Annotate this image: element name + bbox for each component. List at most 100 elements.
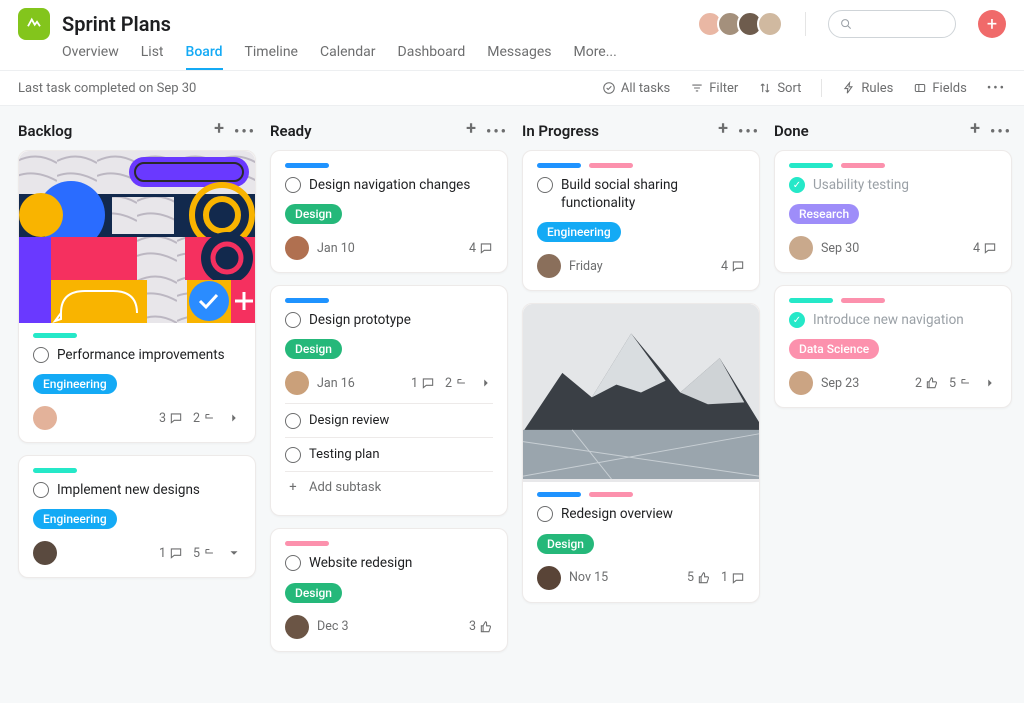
due-date[interactable]: Sep 23 bbox=[821, 376, 859, 391]
tab-more-[interactable]: More... bbox=[573, 44, 616, 70]
tab-list[interactable]: List bbox=[141, 44, 164, 70]
complete-toggle[interactable] bbox=[33, 482, 49, 498]
comments-count[interactable]: 4 bbox=[721, 259, 745, 274]
complete-toggle[interactable] bbox=[285, 413, 301, 429]
assignee-avatar[interactable] bbox=[285, 236, 309, 260]
subtask-item[interactable]: Testing plan bbox=[285, 438, 493, 472]
complete-toggle[interactable] bbox=[33, 347, 49, 363]
task-card[interactable]: Performance improvements Engineering3 2 bbox=[18, 150, 256, 443]
tag[interactable]: Data Science bbox=[789, 339, 879, 359]
comments-count[interactable]: 3 bbox=[159, 411, 183, 426]
rules-button[interactable]: Rules bbox=[842, 81, 893, 96]
subtasks-count[interactable]: 5 bbox=[193, 546, 217, 561]
assignee-avatar[interactable] bbox=[285, 371, 309, 395]
subtasks-count[interactable]: 2 bbox=[445, 376, 469, 391]
comments-count[interactable]: 4 bbox=[469, 241, 493, 256]
likes-count[interactable]: 2 bbox=[915, 376, 939, 391]
tag[interactable]: Design bbox=[537, 534, 594, 554]
task-card[interactable]: Website redesign DesignDec 33 bbox=[270, 528, 508, 651]
project-bars bbox=[285, 163, 493, 168]
tab-dashboard[interactable]: Dashboard bbox=[398, 44, 466, 70]
due-date[interactable]: Friday bbox=[569, 259, 603, 274]
assignee-avatar[interactable] bbox=[537, 254, 561, 278]
complete-toggle[interactable] bbox=[285, 312, 301, 328]
search-input[interactable] bbox=[828, 10, 956, 38]
add-subtask-button[interactable]: +Add subtask bbox=[285, 472, 493, 503]
complete-toggle[interactable] bbox=[285, 447, 301, 463]
due-date[interactable]: Jan 16 bbox=[317, 376, 355, 391]
comments-count[interactable]: 1 bbox=[411, 376, 435, 391]
assignee-avatar[interactable] bbox=[33, 406, 57, 430]
task-card[interactable]: Redesign overview DesignNov 155 1 bbox=[522, 303, 760, 602]
tab-overview[interactable]: Overview bbox=[62, 44, 119, 70]
due-date[interactable]: Jan 10 bbox=[317, 241, 355, 256]
sort-button[interactable]: Sort bbox=[758, 81, 801, 96]
filter-button[interactable]: Filter bbox=[690, 81, 738, 96]
complete-toggle[interactable]: ✓ bbox=[789, 177, 805, 193]
complete-toggle[interactable]: ✓ bbox=[789, 312, 805, 328]
expand-icon[interactable] bbox=[983, 376, 997, 390]
fields-label: Fields bbox=[932, 81, 966, 96]
subtasks-count[interactable]: 2 bbox=[193, 411, 217, 426]
expand-icon[interactable] bbox=[479, 376, 493, 390]
tags: Engineering bbox=[33, 509, 241, 529]
task-card[interactable]: ✓ Introduce new navigation Data ScienceS… bbox=[774, 285, 1012, 408]
add-card-button[interactable]: + bbox=[214, 122, 224, 140]
complete-toggle[interactable] bbox=[537, 506, 553, 522]
app-header: Sprint Plans + OverviewListBoardTimeline… bbox=[0, 0, 1024, 70]
tag[interactable]: Engineering bbox=[33, 374, 117, 394]
likes-count[interactable]: 5 bbox=[687, 570, 711, 585]
due-date[interactable]: Nov 15 bbox=[569, 570, 608, 585]
add-card-button[interactable]: + bbox=[466, 122, 476, 140]
tag[interactable]: Research bbox=[789, 204, 859, 224]
tags: Engineering bbox=[33, 374, 241, 394]
task-card[interactable]: Design prototype Design Jan 16 1 2 Design … bbox=[270, 285, 508, 516]
fields-button[interactable]: Fields bbox=[913, 81, 966, 96]
filter-icon bbox=[690, 81, 704, 95]
project-icon[interactable] bbox=[18, 8, 50, 40]
assignee-avatar[interactable] bbox=[789, 371, 813, 395]
expand-icon[interactable] bbox=[227, 546, 241, 560]
column-menu-button[interactable]: ••• bbox=[234, 122, 256, 140]
assignee-avatar[interactable] bbox=[537, 566, 561, 590]
subtask-item[interactable]: Design review bbox=[285, 404, 493, 438]
task-card[interactable]: Build social sharing functionality Engin… bbox=[522, 150, 760, 291]
task-card[interactable]: Design navigation changes DesignJan 104 bbox=[270, 150, 508, 273]
tag[interactable]: Engineering bbox=[537, 222, 621, 242]
task-card[interactable]: ✓ Usability testing ResearchSep 304 bbox=[774, 150, 1012, 273]
due-date[interactable]: Sep 30 bbox=[821, 241, 859, 256]
add-button[interactable]: + bbox=[978, 10, 1006, 38]
tab-timeline[interactable]: Timeline bbox=[245, 44, 298, 70]
assignee-avatar[interactable] bbox=[285, 615, 309, 639]
tag[interactable]: Design bbox=[285, 339, 342, 359]
assignee-avatar[interactable] bbox=[789, 236, 813, 260]
tab-messages[interactable]: Messages bbox=[487, 44, 551, 70]
likes-count[interactable]: 3 bbox=[469, 619, 493, 634]
add-card-button[interactable]: + bbox=[970, 122, 980, 140]
comments-count[interactable]: 4 bbox=[973, 241, 997, 256]
column-menu-button[interactable]: ••• bbox=[990, 122, 1012, 140]
tag[interactable]: Design bbox=[285, 204, 342, 224]
column-menu-button[interactable]: ••• bbox=[738, 122, 760, 140]
column-menu-button[interactable]: ••• bbox=[486, 122, 508, 140]
all-tasks-button[interactable]: All tasks bbox=[602, 81, 670, 96]
complete-toggle[interactable] bbox=[537, 177, 553, 193]
lightning-icon bbox=[842, 81, 856, 95]
task-card[interactable]: Implement new designs Engineering1 5 bbox=[18, 455, 256, 578]
complete-toggle[interactable] bbox=[285, 177, 301, 193]
comments-count[interactable]: 1 bbox=[721, 570, 745, 585]
tab-calendar[interactable]: Calendar bbox=[320, 44, 376, 70]
more-button[interactable]: ••• bbox=[987, 81, 1006, 96]
tab-board[interactable]: Board bbox=[186, 44, 223, 70]
tag[interactable]: Design bbox=[285, 583, 342, 603]
assignee-avatar[interactable] bbox=[33, 541, 57, 565]
comments-count[interactable]: 1 bbox=[159, 546, 183, 561]
member-avatars[interactable] bbox=[703, 11, 783, 37]
expand-icon[interactable] bbox=[227, 411, 241, 425]
tag[interactable]: Engineering bbox=[33, 509, 117, 529]
task-title: Design prototype bbox=[309, 311, 411, 329]
subtasks-count[interactable]: 5 bbox=[949, 376, 973, 391]
due-date[interactable]: Dec 3 bbox=[317, 619, 349, 634]
complete-toggle[interactable] bbox=[285, 555, 301, 571]
add-card-button[interactable]: + bbox=[718, 122, 728, 140]
